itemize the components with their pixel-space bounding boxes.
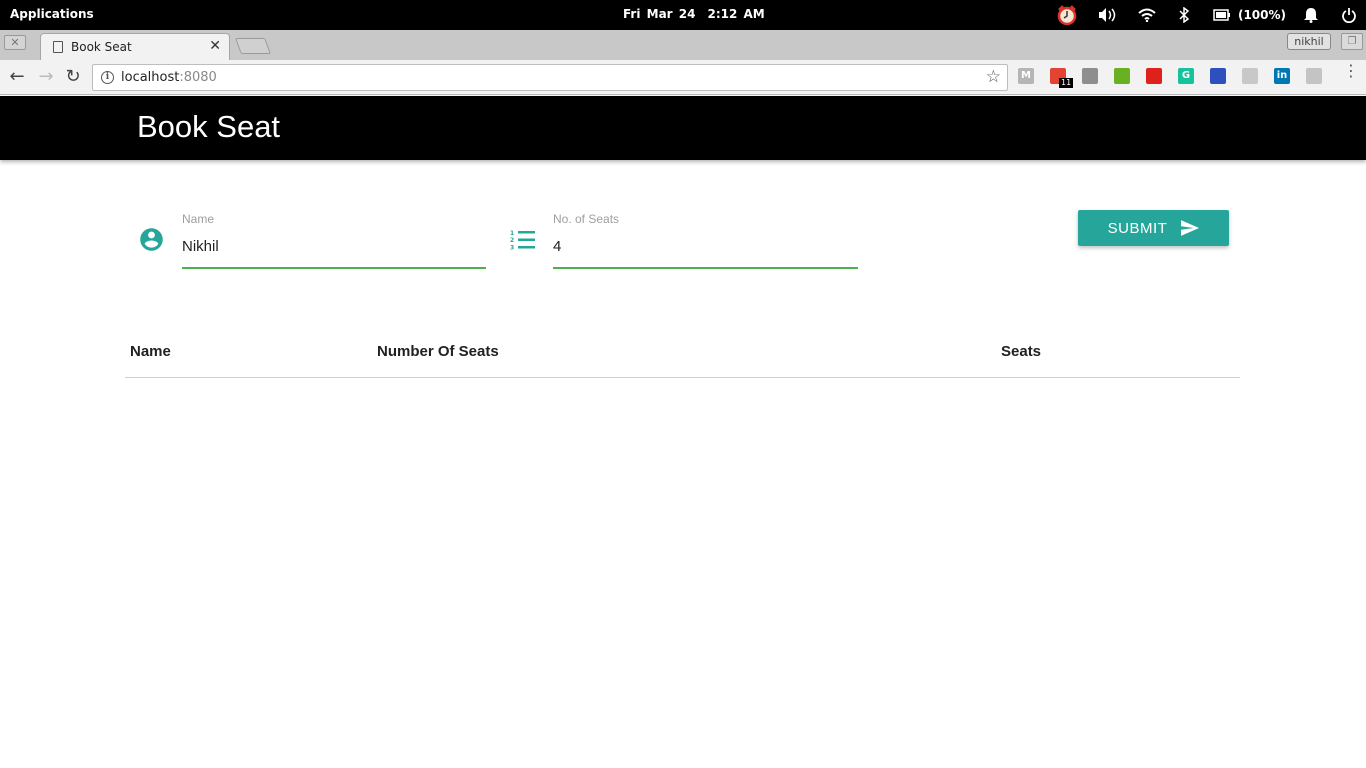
page-title: Book Seat	[137, 109, 281, 144]
profile-button[interactable]: nikhil	[1287, 33, 1331, 50]
reload-icon[interactable]: ↻	[62, 66, 84, 88]
app-header: Book Seat	[0, 96, 1366, 160]
clock-time: 2:12 AM	[707, 7, 765, 21]
alarm-clock-icon[interactable]	[1056, 0, 1078, 30]
submit-button[interactable]: SUBMIT	[1078, 210, 1229, 246]
applications-menu[interactable]: Applications	[10, 7, 94, 21]
extensions-bar: M 11 Gin	[1018, 68, 1338, 88]
seats-field: No. of Seats	[553, 212, 858, 269]
column-header-seats: Seats	[996, 333, 1240, 378]
forward-arrow-icon[interactable]: →	[35, 66, 57, 88]
page-icon	[53, 41, 63, 53]
column-header-number-of-seats: Number Of Seats	[372, 333, 996, 378]
grammarly-ext-icon[interactable]: G	[1178, 68, 1194, 84]
volume-icon[interactable]	[1096, 0, 1118, 30]
svg-text:1: 1	[510, 230, 514, 237]
notification-bell-icon[interactable]	[1302, 0, 1320, 30]
svg-text:3: 3	[510, 245, 514, 252]
clock[interactable]: Fri Mar 24 2:12 AM	[623, 7, 777, 21]
browser-tab[interactable]: Book Seat ✕	[40, 33, 230, 60]
tab-title: Book Seat	[71, 40, 132, 54]
tab-close-icon[interactable]: ✕	[209, 38, 221, 54]
mail-tracker-ext-icon[interactable]	[1242, 68, 1258, 84]
battery-icon[interactable]	[1212, 0, 1232, 30]
bookmark-star-icon[interactable]: ☆	[986, 67, 1001, 87]
system-tray: (100%)	[1056, 0, 1366, 30]
seats-input[interactable]	[553, 228, 858, 269]
linkedin-ext-icon[interactable]: in	[1274, 68, 1290, 84]
os-top-bar: Applications Fri Mar 24 2:12 AM (100%)	[0, 0, 1366, 30]
name-label: Name	[182, 212, 215, 226]
bookmark-ext-icon[interactable]	[1210, 68, 1226, 84]
extension-badge: 11	[1059, 78, 1074, 88]
window-restore-button[interactable]: ❐	[1341, 33, 1363, 50]
send-icon	[1181, 220, 1200, 236]
submit-label: SUBMIT	[1107, 219, 1168, 237]
name-field: Name	[182, 212, 486, 269]
clock-date: Fri Mar 24	[623, 7, 696, 21]
bookings-table: Name Number Of Seats Seats	[125, 333, 1240, 378]
back-arrow-icon[interactable]: ←	[6, 66, 28, 88]
browser-toolbar: ← → ↻ i localhost:8080 ☆ M 11 Gin ⋮	[0, 60, 1366, 95]
battery-percentage: (100%)	[1237, 8, 1286, 22]
url-text[interactable]: localhost:8080	[121, 70, 217, 85]
gmail-ext-icon[interactable]: M	[1018, 68, 1034, 84]
name-input[interactable]	[182, 228, 486, 269]
column-header-name: Name	[125, 333, 372, 378]
seats-label: No. of Seats	[553, 212, 620, 226]
browser-menu-icon[interactable]: ⋮	[1343, 63, 1359, 79]
bluetooth-icon[interactable]	[1176, 0, 1192, 30]
numbered-list-icon: 123	[510, 229, 536, 252]
svg-text:2: 2	[510, 237, 514, 244]
screenshot-ext-icon[interactable]	[1082, 68, 1098, 84]
wifi-icon[interactable]	[1136, 0, 1158, 30]
new-tab-button[interactable]	[235, 38, 271, 54]
info-icon[interactable]: i	[101, 71, 114, 84]
browser-tab-strip: ✕ Book Seat ✕ nikhil ❐	[0, 30, 1366, 60]
adblock-ext-icon[interactable]	[1146, 68, 1162, 84]
table-header-row: Name Number Of Seats Seats	[125, 333, 1240, 378]
analytics-ext-icon[interactable]	[1306, 68, 1322, 84]
account-circle-icon	[138, 226, 165, 253]
window-close-button[interactable]: ✕	[4, 35, 26, 50]
power-icon[interactable]	[1340, 0, 1358, 30]
todoist-ext-icon[interactable]: 11	[1050, 68, 1074, 88]
download-ext-icon[interactable]	[1114, 68, 1130, 84]
address-bar[interactable]: i localhost:8080 ☆	[92, 64, 1008, 91]
